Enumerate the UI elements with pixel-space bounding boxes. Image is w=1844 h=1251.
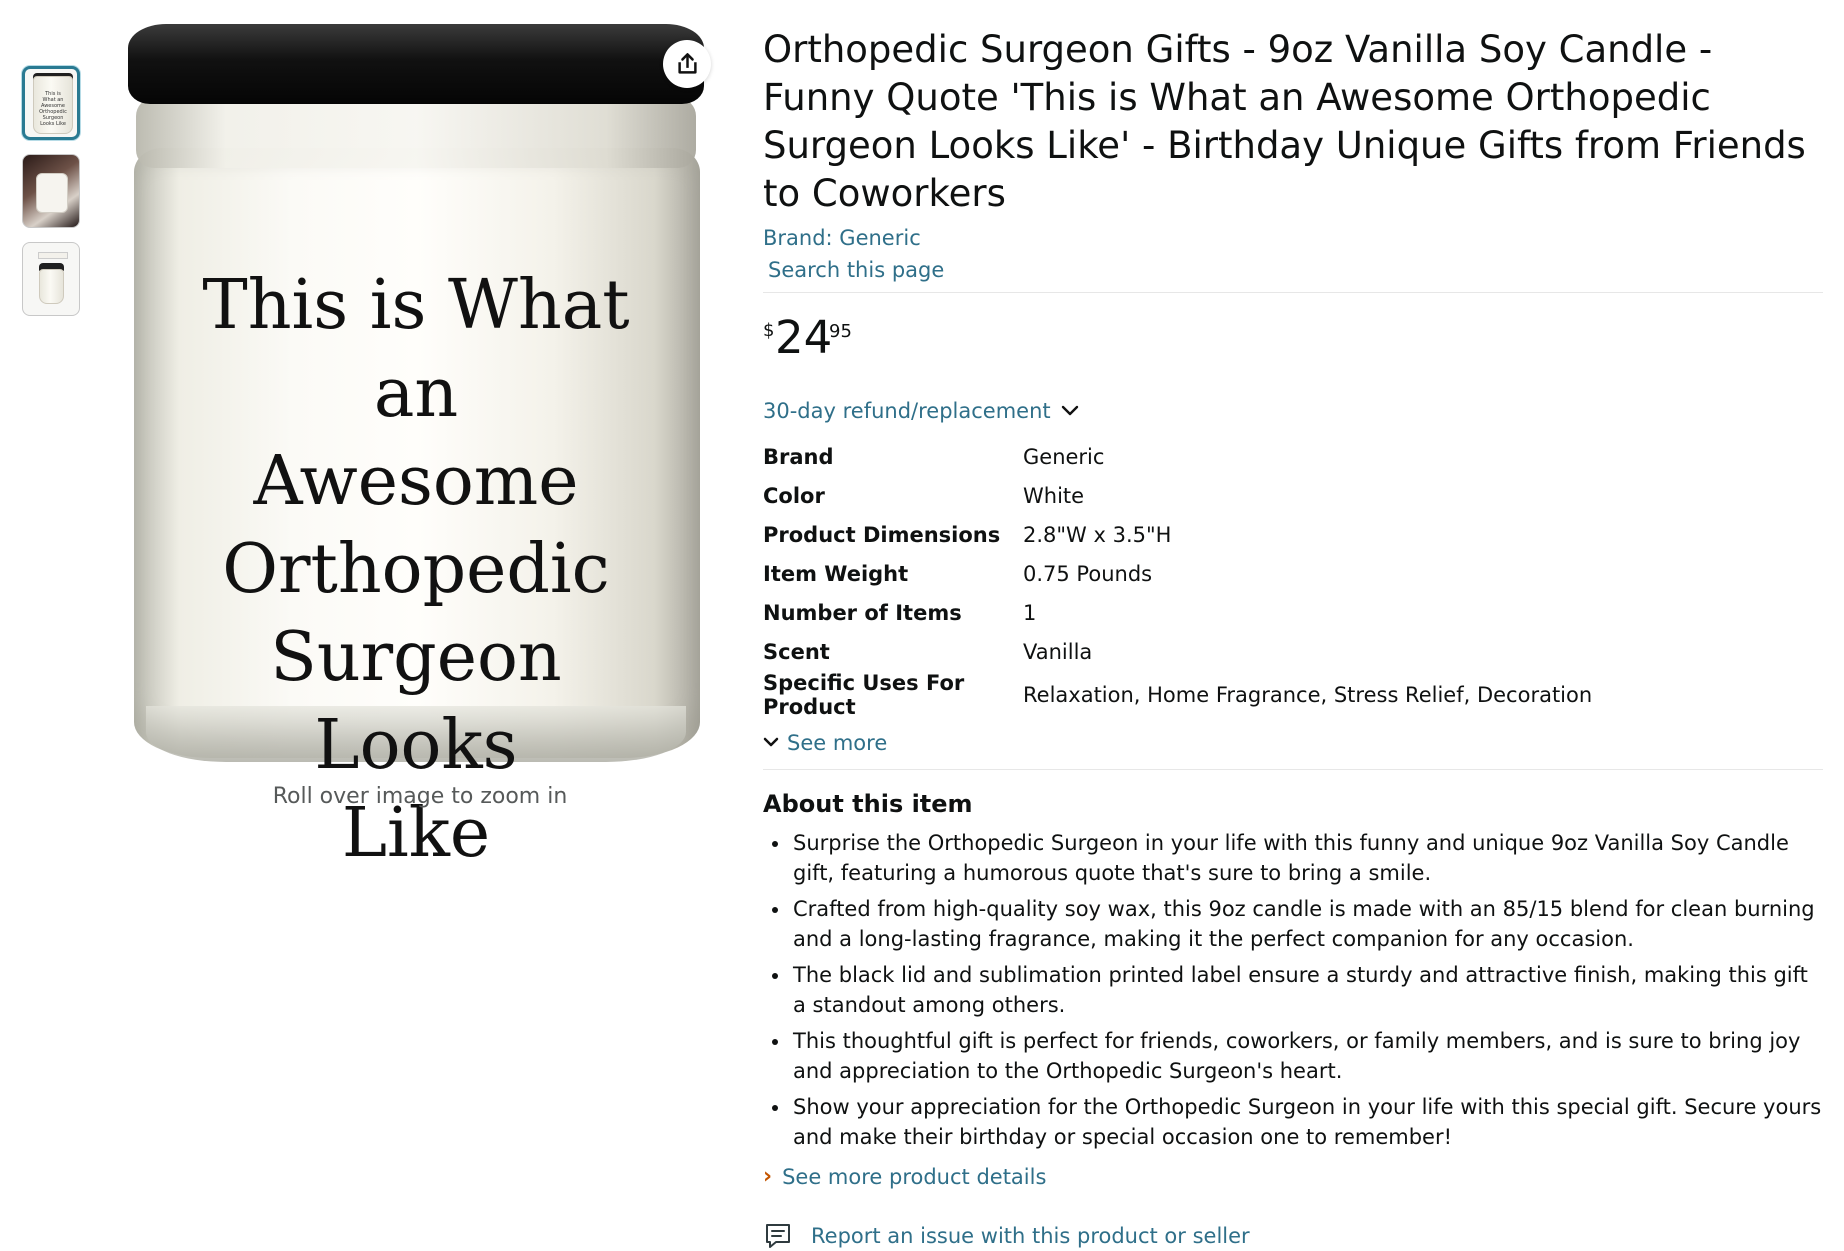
candle-jar-neck [136,98,696,168]
candle-label-line: Orthopedic [222,530,610,609]
spec-row-brand: Brand Generic [763,437,1763,476]
about-item-heading: About this item [763,790,973,818]
spec-row-scent: Scent Vanilla [763,632,1763,671]
thumbnail-candle-front[interactable]: This is What an Awesome Orthopedic Surge… [22,66,80,140]
see-more-product-details-label: See more product details [782,1164,1047,1189]
candle-lid [128,24,704,104]
spec-value: Vanilla [1023,639,1093,664]
about-item-bullet: Show your appreciation for the Orthopedi… [791,1092,1823,1152]
price: $ 24 95 [763,311,1823,375]
search-page-link[interactable]: Search this page [768,258,1823,282]
spec-label: Color [763,483,825,508]
product-specifications: Brand Generic Color White Product Dimensio… [763,437,1763,720]
thumbnail-lifestyle-candle [36,173,68,213]
returns-policy-label: 30-day refund/replacement [763,399,1051,423]
spec-value: 1 [1023,600,1037,625]
spec-row-items: Number of Items 1 [763,593,1763,632]
chevron-down-icon [1061,405,1079,417]
see-more-product-details-link[interactable]: › See more product details [763,1164,1823,1189]
spec-label: Number of Items [763,600,962,625]
about-item-bullet: Surprise the Orthopedic Surgeon in your … [791,828,1823,888]
spec-row-color: Color White [763,476,1763,515]
about-item-bullet: This thoughtful gift is perfect for frie… [791,1026,1823,1086]
spec-label: Specific Uses For Product [763,671,965,719]
product-details: Orthopedic Surgeon Gifts - 9oz Vanilla S… [763,26,1823,1251]
image-zoom-instruction: Roll over image to zoom in [272,784,568,809]
see-more-label: See more [787,731,888,755]
spec-value: Relaxation, Home Fragrance, Stress Relie… [1023,683,1593,707]
about-item-bullet: The black lid and sublimation printed la… [791,960,1823,1020]
thumbnail-candle-text: This is What an Awesome Orthopedic Surge… [39,91,67,127]
brand-link[interactable]: Brand: Generic [763,226,1823,250]
candle-label-line: This is What an [202,266,630,433]
spec-value: Generic [1023,444,1105,469]
spec-label: Product Dimensions [763,522,1001,547]
spec-row-dimensions: Product Dimensions 2.8"W x 3.5"H [763,515,1763,554]
spec-row-weight: Item Weight 0.75 Pounds [763,554,1763,593]
chevron-right-icon: › [763,1164,773,1189]
spec-value: 0.75 Pounds [1023,561,1153,586]
report-issue-icon [763,1221,793,1251]
thumbnail-product-detail[interactable] [22,242,80,316]
price-currency: $ [763,320,775,341]
thumbnail-lifestyle[interactable] [22,154,80,228]
thumbnail-detail-label [38,252,68,259]
share-icon [674,51,701,78]
product-title: Orthopedic Surgeon Gifts - 9oz Vanilla S… [763,28,1806,215]
spec-label: Brand [763,444,834,469]
see-more-specs-button[interactable]: See more [763,731,1823,755]
chevron-down-icon [763,737,779,749]
report-issue-link[interactable]: Report an issue with this product or sel… [763,1221,1823,1251]
thumbnail-detail-jar [39,269,64,304]
price-whole: 24 [775,311,833,364]
spec-value: 2.8"W x 3.5"H [1023,522,1172,547]
thumbnail-list: This is What an Awesome Orthopedic Surge… [22,66,86,330]
candle-label-line: Surgeon Looks [270,618,562,785]
returns-policy-link[interactable]: 30-day refund/replacement [763,399,1823,423]
section-divider [763,292,1823,293]
section-divider [763,769,1823,770]
price-fraction: 95 [829,321,852,342]
candle-label-line: Awesome [253,442,579,521]
spec-row-uses: Specific Uses For Product Relaxation, Hom… [763,671,1763,719]
report-issue-label: Report an issue with this product or sel… [811,1224,1250,1248]
spec-label: Scent [763,639,830,664]
about-item-bullet: Crafted from high-quality soy wax, this … [791,894,1823,954]
spec-value: White [1023,483,1085,508]
share-button[interactable] [663,40,711,88]
about-item-list: Surprise the Orthopedic Surgeon in your … [763,828,1823,1152]
spec-label: Item Weight [763,561,909,586]
